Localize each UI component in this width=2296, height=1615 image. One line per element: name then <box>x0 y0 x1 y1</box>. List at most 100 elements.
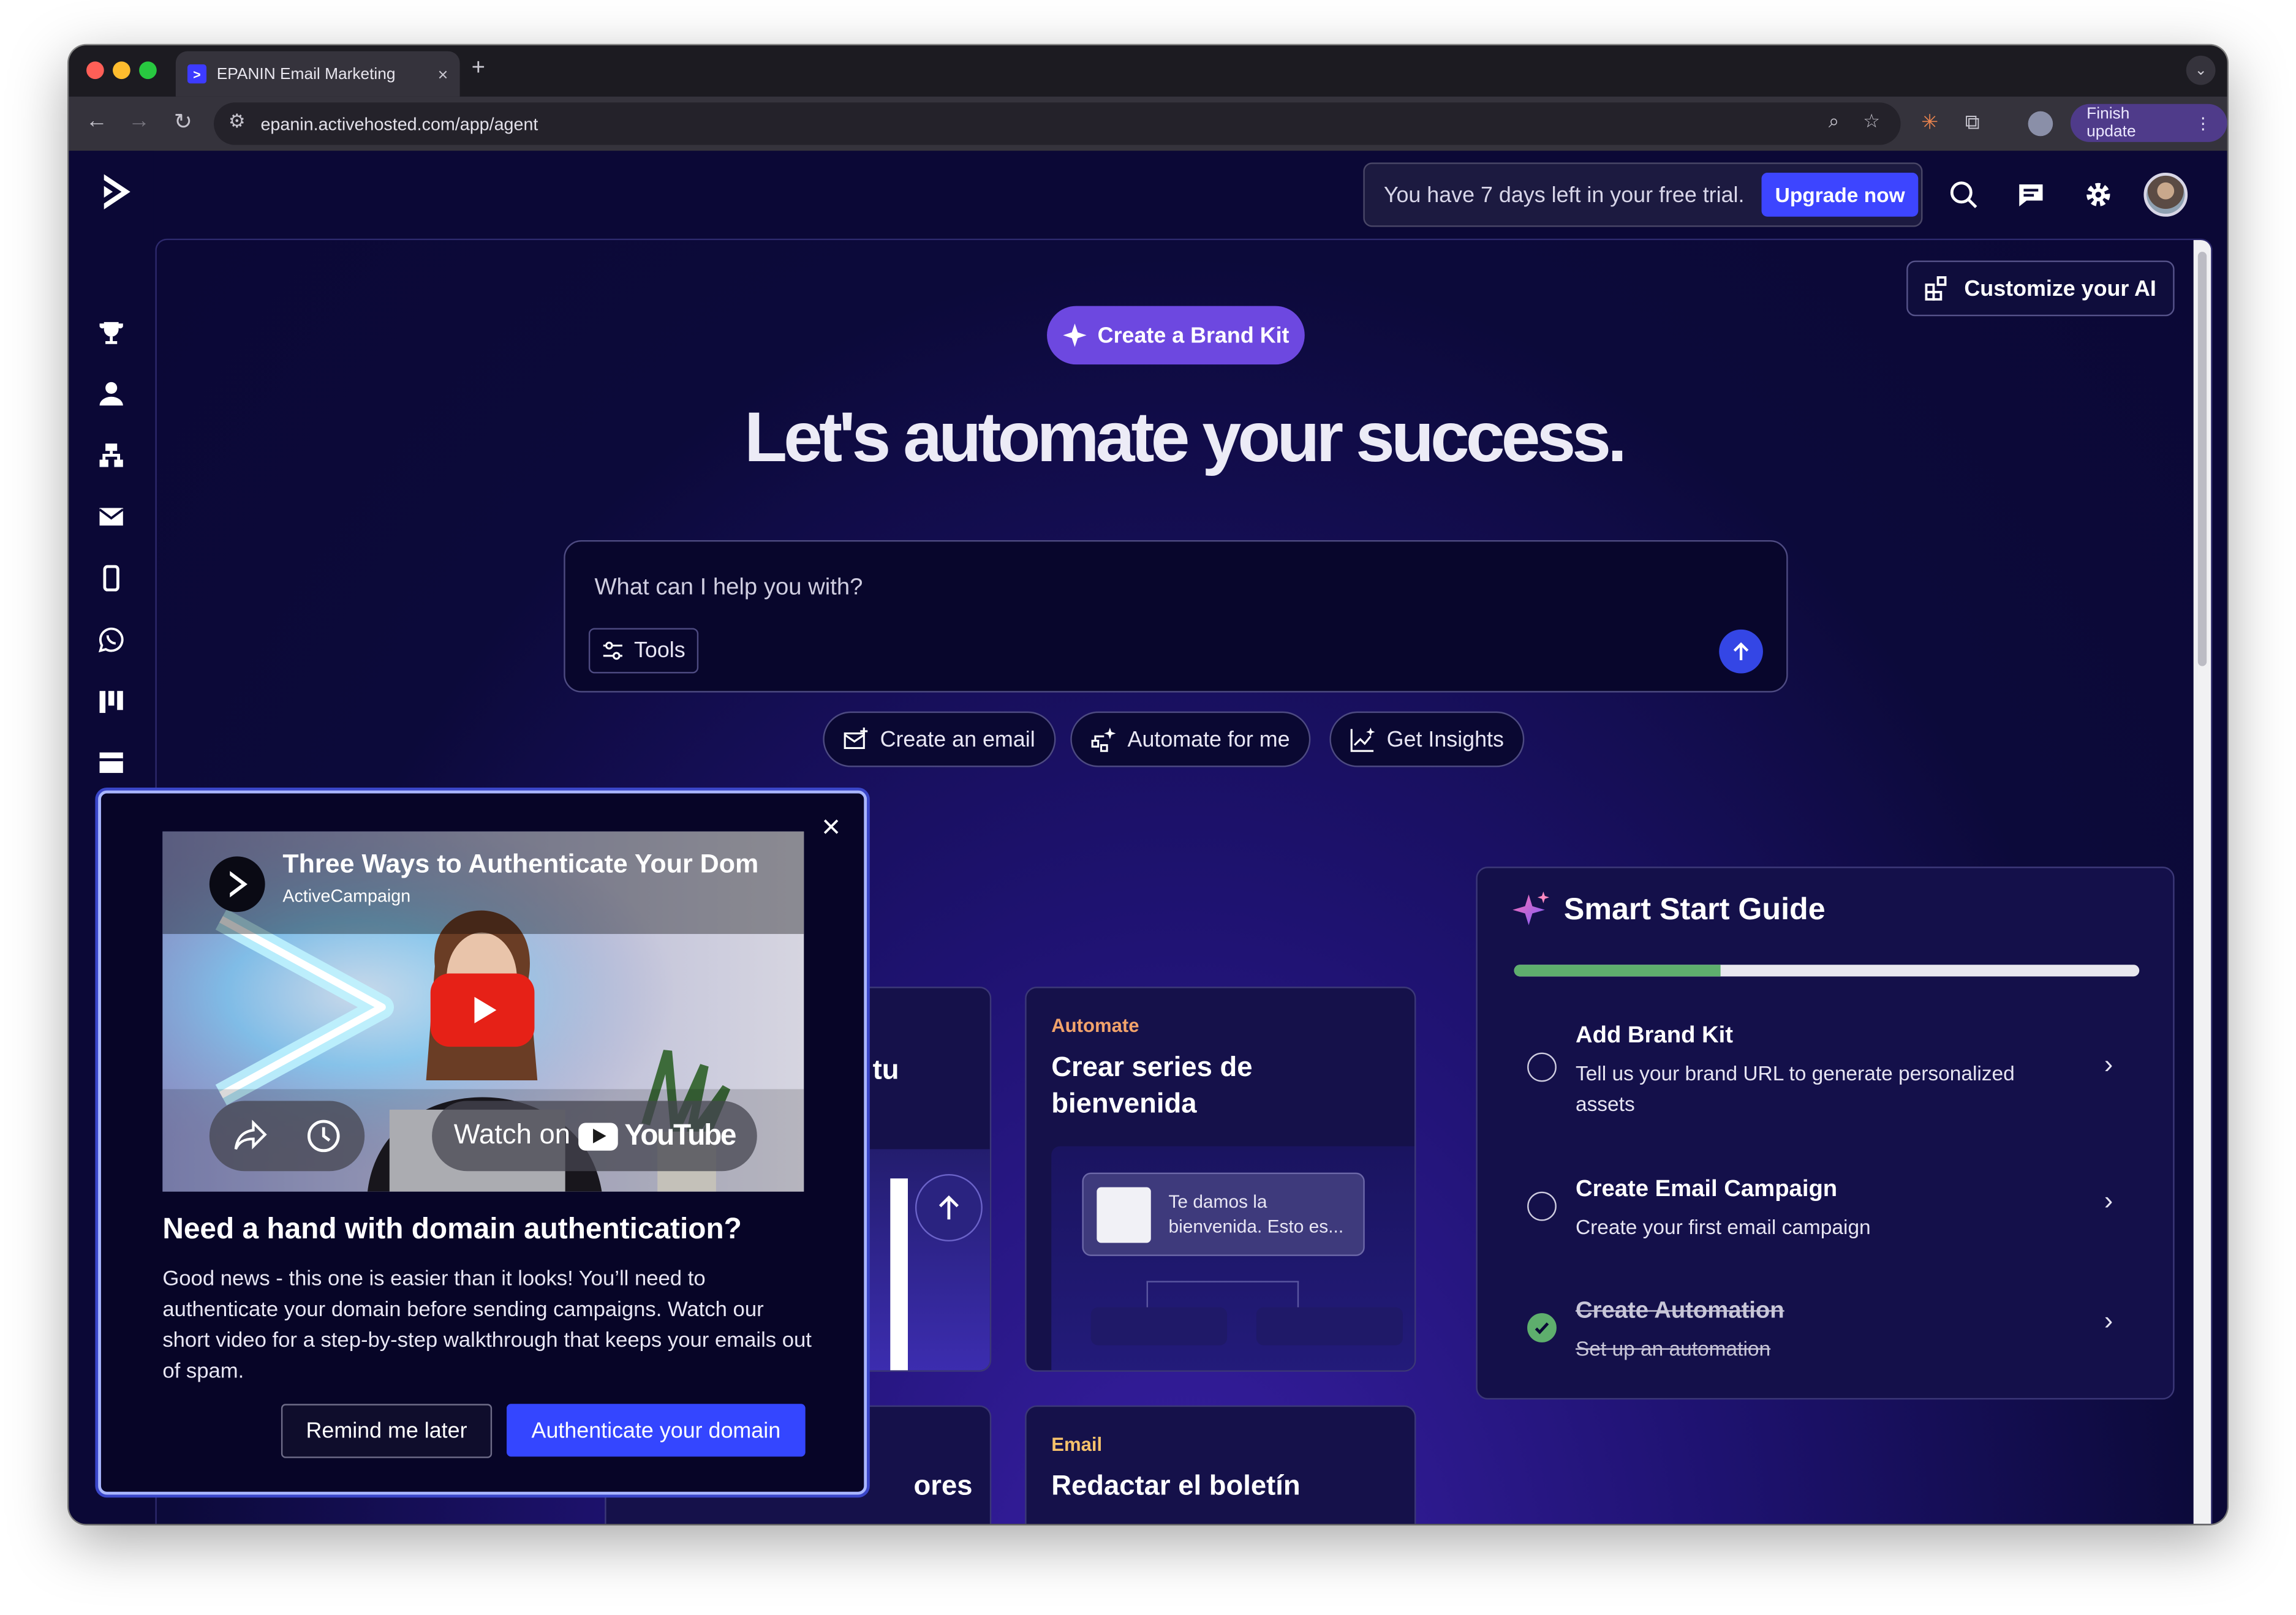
brand-kit-label: Create a Brand Kit <box>1097 323 1290 348</box>
gear-icon[interactable] <box>2081 177 2116 212</box>
scroll-thumb[interactable] <box>2197 252 2207 666</box>
zoom-icon[interactable]: ⌕ <box>1829 110 1839 133</box>
email-card-title: Redactar el boletín <box>1051 1471 1301 1502</box>
remind-me-later-button[interactable]: Remind me later <box>281 1404 493 1458</box>
youtube-wordmark: YouTube <box>624 1119 736 1151</box>
browser-toolbar: ← → ↻ ⚙ epanin.activehosted.com/app/agen… <box>69 96 2227 151</box>
tab-search-button[interactable]: ⌄ <box>2186 55 2216 85</box>
reload-icon[interactable]: ↻ <box>168 108 198 135</box>
activecampaign-logo-icon[interactable] <box>93 168 139 215</box>
unchecked-circle-icon <box>1527 1052 1557 1082</box>
channel-logo-icon[interactable] <box>209 856 265 913</box>
progress-fill <box>1514 965 1721 977</box>
bookmark-star-icon[interactable]: ☆ <box>1863 110 1880 133</box>
watch-on-label: Watch on <box>453 1120 570 1151</box>
watch-on-youtube-button[interactable]: Watch on YouTube <box>432 1101 757 1172</box>
create-email-label: Create an email <box>880 726 1035 752</box>
youtube-logo-icon <box>579 1122 619 1150</box>
email-thumbnail-icon <box>1097 1187 1151 1243</box>
address-bar[interactable]: ⚙ epanin.activehosted.com/app/agent ⌕ ☆ <box>213 102 1901 145</box>
chevron-right-icon: › <box>2104 1306 2113 1335</box>
progress-bar <box>1514 965 2140 977</box>
get-insights-chip[interactable]: Get Insights <box>1329 711 1525 767</box>
arrow-up-icon <box>1733 642 1749 661</box>
email-plus-icon <box>844 726 868 748</box>
insights-chart-icon <box>1350 726 1375 751</box>
url-text: epanin.activehosted.com/app/agent <box>260 113 538 134</box>
watch-later-clock-icon[interactable] <box>306 1118 341 1153</box>
customize-ai-label: Customize your AI <box>1964 276 2156 301</box>
tools-button[interactable]: Tools <box>588 628 699 674</box>
video-title[interactable]: Three Ways to Authenticate Your Dom <box>282 849 758 879</box>
automate-for-me-chip[interactable]: Automate for me <box>1070 711 1311 767</box>
sliders-icon <box>603 641 622 660</box>
extension-icon[interactable]: ✳ <box>1921 110 1938 135</box>
automate-card[interactable]: Automate Crear series de bienvenida Te d… <box>1025 987 1416 1372</box>
finish-update-label: Finish update <box>2086 105 2136 141</box>
play-button[interactable] <box>430 973 535 1047</box>
send-button[interactable] <box>1719 629 1763 674</box>
check-circle-icon <box>1527 1313 1557 1342</box>
unchecked-circle-icon <box>1527 1191 1557 1221</box>
hidden-card-title: tu <box>872 1055 899 1086</box>
step-desc: Tell us your brand URL to generate perso… <box>1575 1061 2015 1116</box>
close-icon[interactable]: × <box>821 808 840 846</box>
arrow-up-icon <box>915 1174 983 1241</box>
prompt-input[interactable] <box>594 571 1620 606</box>
puzzle-icon[interactable]: ⧉ <box>1965 110 1980 135</box>
search-icon[interactable] <box>1946 177 1981 212</box>
sparkle-icon <box>1062 323 1086 347</box>
automate-for-me-label: Automate for me <box>1127 726 1290 752</box>
tab-close-icon[interactable]: × <box>438 64 448 84</box>
tab-active[interactable]: > EPANIN Email Marketing × <box>175 51 460 97</box>
email-card-kicker: Email <box>1051 1433 1103 1455</box>
maximize-window-button[interactable] <box>139 61 157 80</box>
tab-title: EPANIN Email Marketing <box>216 65 396 83</box>
create-email-chip[interactable]: Create an email <box>823 711 1056 767</box>
email-icon[interactable] <box>95 500 127 533</box>
bottom-card-title: ores <box>913 1471 973 1502</box>
whatsapp-icon[interactable] <box>95 623 127 656</box>
domain-auth-popup: × Three Ways to Authenticate Your Dom Ac… <box>98 790 867 1495</box>
chevron-right-icon: › <box>2104 1186 2113 1215</box>
prompt-box: Tools <box>564 540 1788 693</box>
site-settings-icon[interactable]: ⚙ <box>228 110 246 133</box>
step-title: Create Automation <box>1575 1298 1784 1323</box>
create-brand-kit-button[interactable]: Create a Brand Kit <box>1047 306 1305 365</box>
sparkle-gradient-icon <box>1512 891 1549 925</box>
customize-ai-button[interactable]: Customize your AI <box>1906 260 2175 317</box>
video-channel[interactable]: ActiveCampaign <box>282 886 410 906</box>
smart-start-title: Smart Start Guide <box>1563 893 1826 927</box>
email-card[interactable]: Email Redactar el boletín <box>1025 1405 1416 1524</box>
chat-icon[interactable] <box>2014 177 2049 212</box>
contacts-icon[interactable] <box>95 378 127 410</box>
step-desc: Set up an automation <box>1575 1336 1771 1360</box>
new-tab-button[interactable]: + <box>472 56 485 82</box>
avatar[interactable] <box>2143 173 2188 217</box>
trophy-icon[interactable] <box>95 316 127 348</box>
trial-text: You have 7 days left in your free trial. <box>1383 182 1745 208</box>
upgrade-button[interactable]: Upgrade now <box>1762 173 1919 217</box>
video-actions <box>209 1101 365 1172</box>
automations-icon[interactable] <box>95 439 127 472</box>
forward-icon[interactable]: → <box>124 108 154 134</box>
youtube-video[interactable]: Three Ways to Authenticate Your Dom Acti… <box>162 831 804 1192</box>
authenticate-domain-button[interactable]: Authenticate your domain <box>507 1404 806 1457</box>
minimize-window-button[interactable] <box>113 61 130 80</box>
automation-sparkle-icon <box>1091 726 1116 751</box>
pipeline-icon[interactable] <box>95 685 127 718</box>
trial-banner: You have 7 days left in your free trial.… <box>1363 162 1923 227</box>
pages-icon[interactable] <box>95 747 127 779</box>
tools-label: Tools <box>633 638 685 663</box>
share-icon[interactable] <box>233 1120 268 1153</box>
mobile-icon[interactable] <box>95 562 127 595</box>
widgets-icon <box>1925 276 1947 301</box>
back-icon[interactable]: ← <box>82 108 111 134</box>
tab-strip: > EPANIN Email Marketing × + ⌄ <box>69 45 2227 97</box>
chevron-right-icon: › <box>2104 1049 2113 1079</box>
scrollbar[interactable] <box>2193 240 2211 1524</box>
close-window-button[interactable] <box>86 61 104 80</box>
finish-update-button[interactable]: Finish update ⋮ <box>2070 104 2227 142</box>
profile-icon[interactable] <box>2028 111 2053 137</box>
preview-text: Te damos la bienvenida. Esto es... <box>1168 1191 1344 1237</box>
